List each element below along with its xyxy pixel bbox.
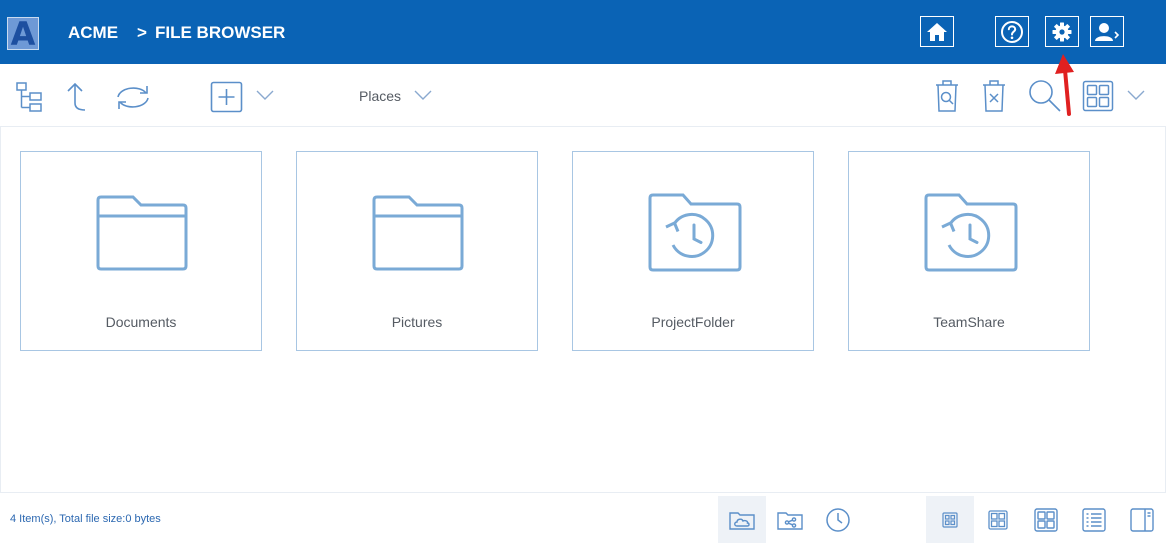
folder-name: TeamShare — [933, 314, 1005, 330]
add-dropdown-button[interactable] — [256, 88, 274, 102]
folder-name: ProjectFolder — [651, 314, 735, 330]
cloud-folder-icon — [729, 512, 755, 530]
chevron-down-icon — [414, 90, 432, 100]
page-title: FILE BROWSER — [155, 23, 286, 42]
add-icon — [210, 81, 243, 113]
settings-button[interactable] — [1045, 16, 1079, 47]
folder-tile[interactable]: Documents — [20, 151, 262, 351]
folder-tile[interactable]: TeamShare — [848, 151, 1090, 351]
file-area: Documents Pictures ProjectFolder TeamSha… — [0, 127, 1166, 492]
help-icon — [1001, 20, 1023, 43]
refresh-button[interactable] — [112, 80, 154, 114]
acme-logo: A — [7, 15, 39, 53]
user-logout-icon — [1095, 22, 1120, 41]
recycle-bin-search-icon — [936, 80, 958, 112]
small-icons-view-icon — [942, 512, 958, 528]
folder-name: Documents — [105, 314, 177, 330]
folder-icon — [96, 195, 188, 271]
folder-tile[interactable]: Pictures — [296, 151, 538, 351]
toolbar: Places — [0, 64, 1166, 127]
large-icons-view-icon — [1034, 508, 1058, 532]
annotation-arrow — [1055, 54, 1074, 116]
gear-icon — [1052, 22, 1072, 41]
folder-name: Pictures — [391, 314, 443, 330]
breadcrumb-separator: > — [137, 23, 147, 42]
up-arrow-icon — [67, 82, 86, 111]
shared-files-button[interactable] — [766, 496, 814, 543]
preview-pane-button[interactable] — [1118, 496, 1166, 543]
folder-tree-icon — [16, 82, 42, 112]
recycle-bin-search-button[interactable] — [932, 78, 962, 114]
view-mode-button[interactable] — [1082, 80, 1114, 112]
home-icon — [927, 22, 947, 41]
folder-history-icon — [924, 193, 1018, 272]
view-mode-dropdown-button[interactable] — [1127, 88, 1145, 102]
home-button[interactable] — [920, 16, 954, 47]
user-menu-button[interactable] — [1090, 16, 1124, 47]
preview-pane-icon — [1130, 508, 1154, 532]
cloud-files-button[interactable] — [718, 496, 766, 543]
small-icons-view-button[interactable] — [926, 496, 974, 543]
list-view-icon — [1082, 508, 1106, 532]
list-view-button[interactable] — [1070, 496, 1118, 543]
up-folder-button[interactable] — [58, 80, 92, 114]
recent-files-button[interactable] — [814, 496, 862, 543]
folder-history-icon — [648, 193, 742, 272]
recent-icon — [826, 508, 850, 532]
places-dropdown-label[interactable]: Places — [359, 88, 401, 104]
chevron-down-icon — [256, 90, 274, 100]
medium-icons-view-button[interactable] — [974, 496, 1022, 543]
medium-icons-view-icon — [988, 510, 1008, 530]
large-icons-view-button[interactable] — [1022, 496, 1070, 543]
delete-button[interactable] — [979, 78, 1009, 114]
places-dropdown-button[interactable] — [414, 88, 432, 102]
help-button[interactable] — [995, 16, 1029, 47]
folder-icon — [372, 195, 464, 271]
folder-tree-button[interactable] — [12, 80, 46, 114]
grid-view-icon — [1082, 80, 1114, 112]
chevron-down-icon — [1127, 90, 1145, 100]
file-browser-app: A ACME > FILE BROWSER Places Documents P… — [0, 0, 1166, 543]
breadcrumb-app-name[interactable]: ACME — [68, 22, 118, 44]
header-bar: A ACME > FILE BROWSER — [0, 0, 1166, 64]
delete-icon — [983, 80, 1005, 112]
status-bar: 4 Item(s), Total file size:0 bytes — [0, 492, 1166, 543]
refresh-icon — [117, 86, 149, 109]
add-button[interactable] — [210, 80, 244, 114]
folder-tile[interactable]: ProjectFolder — [572, 151, 814, 351]
logo-letter: A — [10, 15, 36, 53]
item-count-status: 4 Item(s), Total file size:0 bytes — [10, 513, 161, 525]
shared-folder-icon — [777, 512, 803, 530]
